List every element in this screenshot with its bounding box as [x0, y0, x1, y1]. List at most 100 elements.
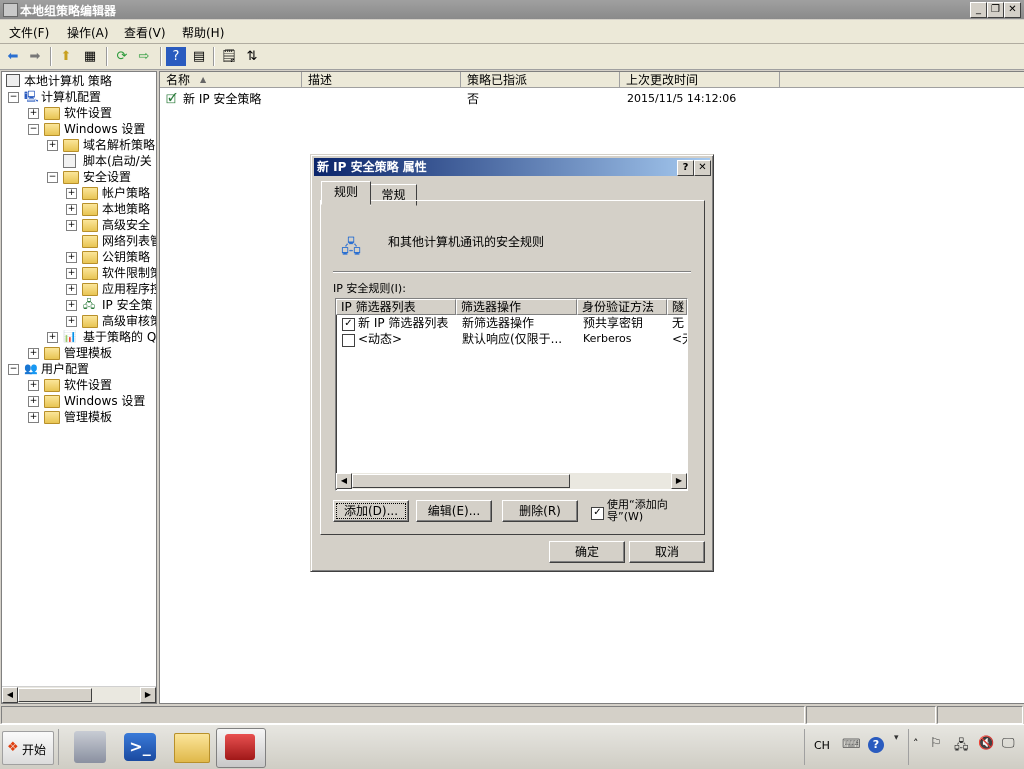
- folder-icon: [82, 203, 98, 216]
- expand-icon[interactable]: +: [28, 108, 39, 119]
- scroll-left-icon[interactable]: ◀: [336, 473, 352, 489]
- properties-dialog: 新 IP 安全策略 属性 ? ✕ 规则 常规 🖧 和其他计算机通讯的安全规则 I…: [310, 154, 714, 572]
- expand-icon[interactable]: +: [28, 412, 39, 423]
- rule-checkbox-unchecked[interactable]: [342, 334, 355, 347]
- volume-muted-icon[interactable]: 🔇: [978, 736, 994, 751]
- use-wizard-checkbox[interactable]: ✓: [591, 507, 604, 520]
- options-icon[interactable]: ▾: [894, 733, 899, 743]
- folder-icon: [44, 395, 60, 408]
- scroll-left-icon[interactable]: ◀: [2, 687, 18, 703]
- properties-icon[interactable]: ▤: [189, 47, 209, 66]
- server-manager-icon[interactable]: [74, 731, 106, 763]
- folder-icon: [44, 379, 60, 392]
- scroll-right-icon[interactable]: ▶: [671, 473, 687, 489]
- expand-icon[interactable]: +: [47, 140, 58, 151]
- menu-view[interactable]: 查看(V): [124, 24, 166, 41]
- desktop-icon[interactable]: 🖵: [1002, 736, 1015, 751]
- task-group-policy-editor[interactable]: [216, 728, 266, 768]
- column-header-auth-method[interactable]: 身份验证方法: [577, 299, 667, 315]
- export-list-icon[interactable]: ⇨: [134, 47, 154, 66]
- menu-action[interactable]: 操作(A): [67, 24, 109, 41]
- console-tree: 本地计算机 策略 − 🖳 计算机配置 + 软件设置 − Windows 设置 +…: [1, 71, 157, 704]
- network-icon[interactable]: 🖧: [954, 736, 969, 758]
- close-button[interactable]: ✕: [1004, 2, 1021, 18]
- restore-button[interactable]: ❐: [987, 2, 1004, 18]
- refresh-icon[interactable]: ⟳: [112, 47, 132, 66]
- collapse-icon[interactable]: −: [28, 124, 39, 135]
- folder-icon: [44, 107, 60, 120]
- window-title-bar: 本地组策略编辑器 _ ❐ ✕: [0, 0, 1024, 19]
- scroll-right-icon[interactable]: ▶: [140, 687, 156, 703]
- help-circle-icon[interactable]: ?: [868, 737, 884, 753]
- assign-icon[interactable]: ⇅: [242, 47, 262, 66]
- use-wizard-label: 使用“添加向导”(W): [607, 498, 668, 523]
- script-icon: [63, 154, 76, 168]
- powershell-icon[interactable]: >_: [124, 733, 156, 761]
- tab-rules[interactable]: 规则: [321, 181, 371, 205]
- show-hidden-icons[interactable]: ˄: [913, 737, 919, 750]
- ok-button[interactable]: 确定: [549, 541, 625, 563]
- language-indicator[interactable]: CH: [814, 739, 830, 752]
- toolbox-icon: [225, 734, 255, 760]
- network-rule-icon: 🖧: [341, 237, 362, 258]
- expand-icon[interactable]: +: [66, 252, 77, 263]
- new-item-icon[interactable]: 🗒: [219, 47, 239, 66]
- start-button[interactable]: ❖ 开始: [2, 731, 54, 765]
- dialog-close-button[interactable]: ✕: [694, 160, 711, 176]
- column-header-assigned[interactable]: 策略已指派: [461, 72, 620, 88]
- folder-icon: [82, 219, 98, 232]
- help-icon[interactable]: ?: [166, 47, 186, 66]
- column-header-description[interactable]: 描述: [302, 72, 461, 88]
- expand-icon[interactable]: +: [28, 348, 39, 359]
- expand-icon[interactable]: +: [66, 316, 77, 327]
- column-header-filter-list[interactable]: IP 筛选器列表: [336, 299, 456, 315]
- expand-icon[interactable]: +: [66, 204, 77, 215]
- expand-icon[interactable]: +: [47, 332, 58, 343]
- dialog-help-button[interactable]: ?: [677, 160, 694, 176]
- column-header-name[interactable]: 名称 ▲: [160, 72, 302, 88]
- up-folder-icon[interactable]: ⬆: [56, 47, 76, 66]
- column-header-filter-action[interactable]: 筛选器操作: [456, 299, 577, 315]
- edit-rule-button[interactable]: 编辑(E)...: [416, 500, 492, 522]
- expand-icon[interactable]: +: [66, 188, 77, 199]
- action-center-flag-icon[interactable]: ⚐: [930, 736, 942, 751]
- policy-assigned: 否: [467, 92, 480, 106]
- rules-horizontal-scrollbar[interactable]: ◀ ▶: [336, 473, 687, 489]
- column-header-tunnel[interactable]: 隧: [667, 299, 687, 315]
- show-hide-tree-icon[interactable]: ▦: [80, 47, 100, 66]
- cancel-button[interactable]: 取消: [629, 541, 705, 563]
- expand-icon[interactable]: +: [66, 268, 77, 279]
- add-rule-button[interactable]: 添加(D)...: [333, 500, 409, 522]
- dialog-title: 新 IP 安全策略 属性: [317, 160, 427, 174]
- expand-icon[interactable]: +: [66, 284, 77, 295]
- expand-icon[interactable]: +: [28, 380, 39, 391]
- separator: [333, 271, 691, 273]
- folder-icon: [63, 139, 79, 152]
- collapse-icon[interactable]: −: [8, 364, 19, 375]
- folder-icon: [82, 251, 98, 264]
- scroll-thumb[interactable]: [352, 474, 570, 488]
- expand-icon[interactable]: +: [28, 396, 39, 407]
- keyboard-icon[interactable]: ⌨: [842, 737, 861, 752]
- back-arrow-icon[interactable]: ⬅: [3, 47, 23, 66]
- remove-rule-button[interactable]: 删除(R): [502, 500, 578, 522]
- tree-horizontal-scrollbar[interactable]: ◀ ▶: [2, 686, 156, 703]
- forward-arrow-icon[interactable]: ➡: [25, 47, 45, 66]
- menu-file[interactable]: 文件(F): [9, 24, 49, 41]
- rules-intro-text: 和其他计算机通讯的安全规则: [388, 235, 545, 249]
- folder-icon: [82, 267, 98, 280]
- expand-icon[interactable]: +: [66, 220, 77, 231]
- column-header-modified[interactable]: 上次更改时间: [620, 72, 780, 88]
- collapse-icon[interactable]: −: [8, 92, 19, 103]
- scroll-thumb[interactable]: [18, 688, 92, 702]
- folder-icon: [44, 347, 60, 360]
- expand-icon[interactable]: +: [66, 300, 77, 311]
- minimize-button[interactable]: _: [970, 2, 987, 18]
- explorer-folder-icon[interactable]: [174, 733, 210, 763]
- collapse-icon[interactable]: −: [47, 172, 58, 183]
- menu-help[interactable]: 帮助(H): [182, 24, 224, 41]
- rule-checkbox-checked[interactable]: ✓: [342, 318, 355, 331]
- folder-icon: [82, 315, 98, 328]
- folder-icon: [82, 235, 98, 248]
- app-icon: [3, 3, 18, 17]
